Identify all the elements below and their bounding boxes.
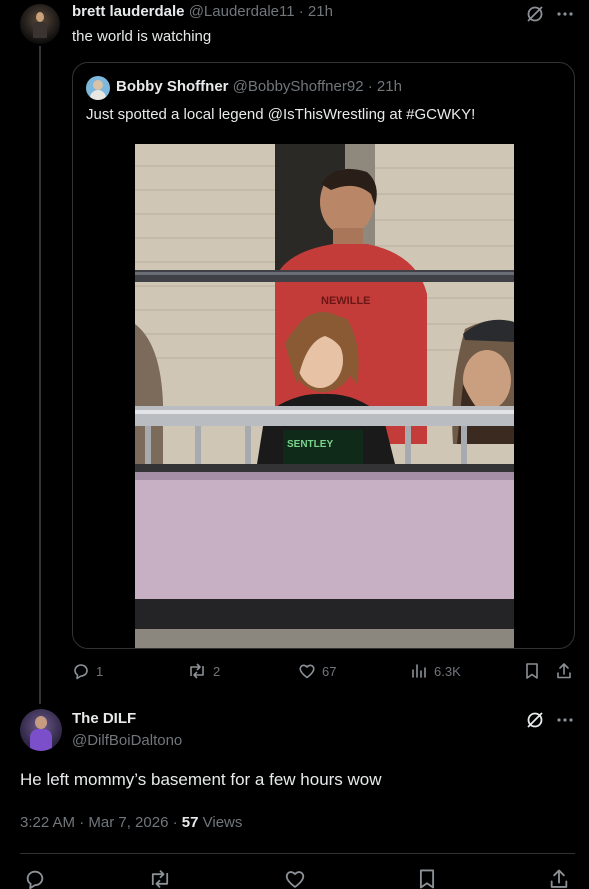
author-handle[interactable]: @DilfBoiDaltono	[72, 732, 182, 750]
like-icon[interactable]	[284, 868, 306, 889]
quote-header: Bobby Shoffner @BobbyShoffner92 · 21h	[116, 78, 402, 96]
grok-icon[interactable]	[525, 4, 545, 24]
tweet-time: 21h	[376, 78, 402, 95]
tweet-meta: 3:22 AM · Mar 7, 2026 · 57 Views	[20, 814, 242, 832]
avatar[interactable]	[20, 4, 60, 44]
reply-tweet-actions: 1 2 67 6.3K	[72, 662, 578, 684]
bookmark-icon[interactable]	[523, 662, 541, 680]
views-count: 6.3K	[434, 663, 461, 679]
tweet-text: the world is watching	[72, 28, 212, 45]
tweet-timestamp[interactable]: 3:22 AM · Mar 7, 2026	[20, 814, 168, 831]
avatar[interactable]	[20, 709, 62, 751]
divider	[20, 853, 575, 854]
author-handle: @BobbyShoffner92	[232, 78, 364, 95]
author-name[interactable]: brett lauderdale	[72, 3, 185, 20]
views-label: Views	[202, 814, 243, 831]
tweet-text: He left mommy’s basement for a few hours…	[20, 770, 382, 789]
share-icon[interactable]	[555, 662, 573, 680]
thread-line	[39, 46, 41, 704]
tweet-time[interactable]: 21h	[308, 3, 333, 20]
more-icon[interactable]	[556, 11, 574, 17]
main-tweet-actions	[20, 868, 575, 889]
quote-text: Just spotted a local legend @IsThisWrest…	[86, 106, 476, 123]
avatar	[86, 76, 110, 100]
svg-text:NEWILLE: NEWILLE	[321, 295, 371, 307]
views-count: 57	[181, 814, 199, 831]
reply-count: 1	[96, 663, 104, 679]
author-name: Bobby Shoffner	[116, 78, 229, 95]
views-button[interactable]: 6.3K	[410, 662, 461, 680]
author-name[interactable]: The DILF	[72, 710, 136, 728]
separator: ·	[367, 78, 373, 95]
bookmark-icon[interactable]	[416, 868, 438, 889]
author-handle[interactable]: @Lauderdale11	[189, 3, 295, 20]
separator: ·	[298, 3, 304, 20]
svg-text:SENTLEY: SENTLEY	[287, 439, 333, 450]
reply-icon[interactable]	[24, 868, 46, 889]
quote-photo[interactable]: NEWILLE SENTLEY	[135, 144, 514, 648]
grok-icon[interactable]	[525, 710, 545, 730]
share-icon[interactable]	[548, 868, 570, 889]
repost-button[interactable]: 2	[187, 662, 220, 680]
more-icon[interactable]	[556, 717, 574, 723]
quote-tweet-card[interactable]: Bobby Shoffner @BobbyShoffner92 · 21h Ju…	[72, 62, 575, 649]
reply-tweet-header: brett lauderdale @Lauderdale11 · 21h	[72, 3, 333, 21]
like-count: 67	[322, 663, 337, 679]
reply-button[interactable]: 1	[72, 662, 103, 680]
reply-icon	[72, 662, 90, 680]
views-icon	[410, 662, 428, 680]
like-button[interactable]: 67	[298, 662, 336, 680]
repost-icon[interactable]	[148, 868, 172, 889]
repost-icon	[187, 662, 207, 680]
repost-count: 2	[213, 663, 221, 679]
like-icon	[298, 662, 316, 680]
separator: ·	[172, 814, 178, 831]
